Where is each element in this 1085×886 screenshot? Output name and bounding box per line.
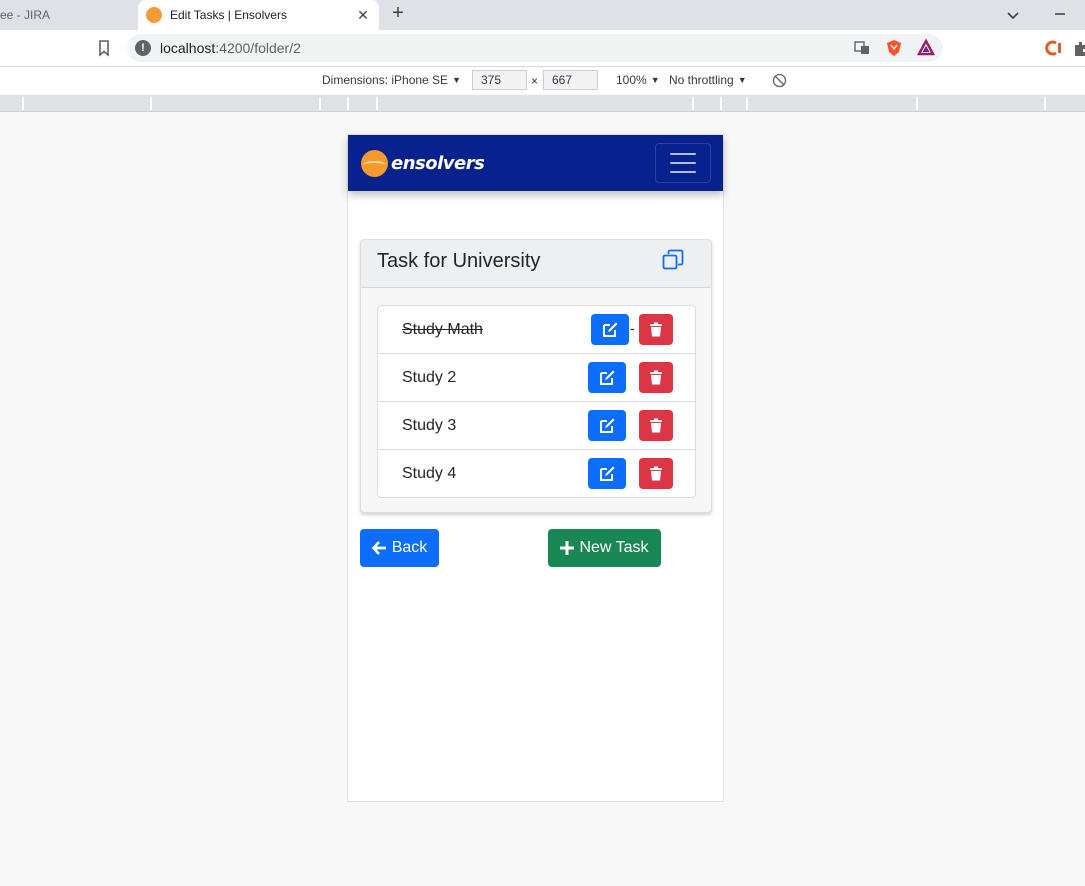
zoom-caret-icon: ▼ [650,75,660,85]
edit-task-button[interactable] [591,314,629,345]
brave-shield-icon[interactable] [885,39,903,57]
extension-c-icon[interactable] [1044,39,1062,57]
task-row: Study 2 [378,354,695,402]
task-row: Study 4 [378,450,695,498]
new-tab-button[interactable]: + [388,3,408,24]
trash-icon [650,322,662,337]
device-toolbar: Dimensions: iPhone SE ▼ 375 × 667 100% ▼ N… [0,68,1085,94]
delete-task-button[interactable] [639,362,673,393]
task-row: Study Math - [378,306,695,354]
url-text: localhost:4200/folder/2 [160,40,301,56]
edit-task-button[interactable] [588,362,626,393]
edit-icon [599,418,614,433]
trash-icon [650,466,662,481]
tab-jira[interactable]: ee - JIRA [0,0,138,30]
zoom-label: 100% [616,73,647,87]
copy-icon[interactable] [662,249,684,271]
tab-search-chevron-icon[interactable] [1004,6,1022,24]
app-navbar: ensolvers [348,135,723,191]
delete-task-button[interactable] [639,410,673,441]
back-button[interactable]: Back [360,529,439,567]
task-label: Study 2 [402,369,457,386]
throttling-label: No throttling [669,73,734,87]
edit-icon [602,322,617,337]
ensolvers-favicon-icon [146,7,162,23]
url-host: localhost [160,40,216,56]
menu-toggle-button[interactable] [655,143,711,183]
trash-icon [650,370,662,385]
delete-task-button[interactable] [639,458,673,489]
edit-icon [599,466,614,481]
task-label: Study 3 [402,417,457,434]
card-header: Task for University [361,240,711,288]
ensolvers-logo[interactable]: ensolvers [361,150,485,177]
task-list: Study Math - Study 2 Study 3 Study 4 [377,305,696,498]
tab-jira-title: ee - JIRA [0,8,51,22]
logo-mark-icon [361,150,388,177]
edit-task-button[interactable] [588,458,626,489]
extensions-puzzle-icon[interactable] [1072,39,1085,57]
device-label: Dimensions: iPhone SE [322,73,449,87]
minimize-window-icon[interactable] [1052,6,1068,22]
task-label: Study Math [402,321,483,338]
height-input[interactable]: 667 [543,70,598,90]
task-label: Study 4 [402,465,457,482]
edit-icon [599,370,614,385]
device-viewport: ensolvers Task for University Study Math… [347,134,724,802]
address-bar[interactable]: ! localhost:4200/folder/2 [127,34,943,62]
plus-icon [560,541,575,555]
folder-card: Task for University Study Math - Study 2 [360,239,712,513]
brand-text: ensolvers [391,153,485,174]
tab-edit-tasks[interactable]: Edit Tasks | Ensolvers ✕ [138,0,379,30]
hamburger-icon [670,153,696,155]
new-task-label: New Task [579,539,649,556]
folder-title: Task for University [377,250,541,272]
arrow-left-icon [371,541,386,555]
media-query-ruler[interactable] [0,95,1085,112]
device-caret-icon: ▼ [452,75,461,85]
brave-rewards-icon[interactable] [917,39,935,57]
task-separator: - [630,320,635,336]
bookmark-icon[interactable] [94,38,114,58]
browser-toolbar: ! localhost:4200/folder/2 [0,30,1085,67]
width-input[interactable]: 375 [472,70,527,90]
task-row: Study 3 [378,402,695,450]
delete-task-button[interactable] [639,314,673,345]
new-task-button[interactable]: New Task [548,529,661,567]
url-path: :4200/folder/2 [215,40,301,56]
zoom-select[interactable]: 100% ▼ [616,73,660,87]
close-tab-icon[interactable]: ✕ [353,5,373,25]
device-select[interactable]: Dimensions: iPhone SE ▼ [322,73,461,87]
throttling-caret-icon: ▼ [737,75,747,85]
tab-strip: ee - JIRA Edit Tasks | Ensolvers ✕ + [0,0,1085,30]
translate-icon[interactable] [853,39,871,57]
back-label: Back [391,539,428,556]
tab-edit-tasks-title: Edit Tasks | Ensolvers [170,8,287,22]
throttling-select[interactable]: No throttling ▼ [669,73,747,87]
dimension-times-label: × [531,74,539,88]
rotate-icon[interactable] [772,73,787,88]
trash-icon [650,418,662,433]
edit-task-button[interactable] [588,410,626,441]
site-info-icon[interactable]: ! [135,40,151,56]
